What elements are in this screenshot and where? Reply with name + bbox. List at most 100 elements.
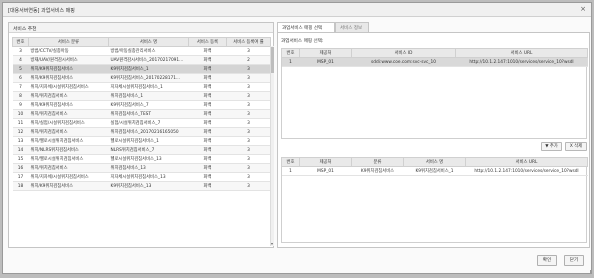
cell: 10 xyxy=(12,109,29,119)
table-row[interactable]: 4 방재/UAV/원격감시서비스 UAV원격감시서비스_20170217091...… xyxy=(12,55,271,65)
column-header[interactable]: 서비스 분류 xyxy=(28,37,109,47)
table-row[interactable]: 15 위치/헬로시설위치검침서비스 헬로시설위치검침서비스_13 화백 3 xyxy=(12,154,271,164)
table-header-row: 번호 제공처 서비스 ID 서비스 URL xyxy=(281,48,588,58)
cell: 17 xyxy=(12,172,29,182)
cell: 위치/K9위치검침서비스 xyxy=(28,73,109,83)
cell: 3 xyxy=(226,118,271,128)
cell: 화백 xyxy=(188,73,227,83)
cell: 7 xyxy=(12,82,29,92)
column-header[interactable]: 서비스 명 xyxy=(403,157,466,167)
cell: 1 xyxy=(281,166,300,176)
table-row[interactable]: 6 위치/K9위치검침서비스 K9위치검침서비스_20170228171... 화백 3 xyxy=(12,73,271,83)
vertical-scrollbar[interactable]: ▾ xyxy=(270,46,274,246)
add-button[interactable]: ▼ 추가 xyxy=(541,142,562,151)
table-header-row: 번호 서비스 분류 서비스 명 서비스 등록 서비스 등록여 률 xyxy=(12,37,271,47)
panel-header: 서비스 추천 xyxy=(9,23,273,33)
cell: 화백 xyxy=(188,118,227,128)
cell: 15 xyxy=(12,154,29,164)
table-row[interactable]: 9 위치/K9위치검침서비스 K9위치검침서비스_7 화백 3 xyxy=(12,100,271,110)
table-row[interactable]: 11 위치/실험/시설위치검침서비스 실험/시설위치검침서비스_7 화백 3 xyxy=(12,118,271,128)
tab-service-info[interactable]: 서비스 정보 xyxy=(335,22,369,32)
table-row[interactable]: 12 위치/위치검침서비스 위치검침서비스_20170216165050 화백 3 xyxy=(12,127,271,137)
column-header[interactable]: 제공처 xyxy=(299,157,352,167)
cell: 3 xyxy=(226,172,271,182)
mapping-dialog: [대용서버연동] 과업서비스 매핑 × 서비스 추천 번호 서비스 분류 서비스… xyxy=(2,2,592,274)
table-row[interactable]: 13 위치/헬로시설위치검침서비스 헬로시설위치검침서비스_1 화백 3 xyxy=(12,136,271,146)
mapping-panel: 과업서비스 매핑 선택 서비스 정보 과업서비스 매핑 선택: 번호 제공처 서… xyxy=(277,22,590,248)
table-row[interactable]: 8 위치/위치검침서비스 위치검침서비스_1 화백 3 xyxy=(12,91,271,101)
tab-mapping-select[interactable]: 과업서비스 매핑 선택 xyxy=(277,22,335,32)
cell: 위치/K9위치검침서비스 xyxy=(28,100,109,110)
title-bar[interactable]: [대용서버연동] 과업서비스 매핑 × xyxy=(3,3,591,17)
table-row[interactable]: 10 위치/위치검침서비스 위치검침서비스_TEST 화백 3 xyxy=(12,109,271,119)
table-row[interactable]: 7 위치/지자체/시설위치검침서비스 지자체시설위치검침서비스_1 화백 3 xyxy=(12,82,271,92)
cell: 위치검침서비스_TEST xyxy=(108,109,189,119)
cell: 화백 xyxy=(188,46,227,56)
column-header[interactable]: 제공처 xyxy=(299,48,352,58)
table-row[interactable]: 3 방범/CCTV/실종아동 방범/아동실종관리서비스 화백 3 xyxy=(12,46,271,56)
cell: 11 xyxy=(12,118,29,128)
table-row[interactable]: 1 MSP_01 K9위치검침서비스 K9위치검침서비스_1 http://10… xyxy=(281,166,588,176)
cell: 화백 xyxy=(188,109,227,119)
cell: 위치/실험/시설위치검침서비스 xyxy=(28,118,109,128)
dialog-title: [대용서버연동] 과업서비스 매핑 xyxy=(8,8,75,14)
cell: 헬로시설위치검침서비스_1 xyxy=(108,136,189,146)
cell: 1 xyxy=(281,57,300,67)
cell: 헬로시설위치검침서비스_13 xyxy=(108,154,189,164)
cell: 3 xyxy=(226,145,271,155)
cell: K9위치검침서비스_1 xyxy=(403,166,466,176)
cell: 위치검침서비스_20170216165050 xyxy=(108,127,189,137)
delete-button[interactable]: X 삭제 xyxy=(565,142,587,151)
cell: 18 xyxy=(12,181,29,191)
cell: 2 xyxy=(226,55,271,65)
cell: 3 xyxy=(226,100,271,110)
table-row[interactable]: 16 위치/위치검침서비스 위치검침서비스_13 화백 3 xyxy=(12,163,271,173)
scroll-down-icon[interactable]: ▾ xyxy=(271,241,273,246)
column-header[interactable]: 번호 xyxy=(281,48,300,58)
scroll-thumb[interactable] xyxy=(271,47,274,73)
cell: 6 xyxy=(12,73,29,83)
cell: 방범/CCTV/실종아동 xyxy=(28,46,109,56)
column-header[interactable]: 서비스 URL xyxy=(455,48,588,58)
cell: 화백 xyxy=(188,145,227,155)
cell: K9위치검침서비스_20170228171... xyxy=(108,73,189,83)
service-table: 번호 서비스 분류 서비스 명 서비스 등록 서비스 등록여 률 3 방범/CCT… xyxy=(12,37,271,191)
table-row[interactable]: 14 위치/NLRS위치검침서비스 NLRS위치검침서비스_7 화백 3 xyxy=(12,145,271,155)
cell: 3 xyxy=(226,154,271,164)
cell: http://10.1.2.147:1010/services/service_… xyxy=(455,57,588,67)
column-header[interactable]: 서비스 명 xyxy=(108,37,189,47)
table-row[interactable]: 5 위치/K9위치검침서비스 K9위치검침서비스_1 화백 3 xyxy=(12,64,271,74)
column-header[interactable]: 서비스 등록여 률 xyxy=(226,37,271,47)
service-recommend-panel: 서비스 추천 번호 서비스 분류 서비스 명 서비스 등록 서비스 등록여 률 … xyxy=(8,22,274,248)
table-row[interactable]: 17 위치/지자체/시설위치검침서비스 지자체시설위치검침서비스_13 화백 3 xyxy=(12,172,271,182)
cell: 위치/NLRS위치검침서비스 xyxy=(28,145,109,155)
cell: 화백 xyxy=(188,64,227,74)
cell: 지자체시설위치검침서비스_13 xyxy=(108,172,189,182)
resize-handle[interactable] xyxy=(587,270,591,274)
cell: 5 xyxy=(12,64,29,74)
cell: 위치/위치검침서비스 xyxy=(28,163,109,173)
column-header[interactable]: 번호 xyxy=(281,157,300,167)
column-header[interactable]: 서비스 URL xyxy=(465,157,588,167)
column-header[interactable]: 번호 xyxy=(12,37,29,47)
close-button[interactable]: 닫기 xyxy=(564,255,584,266)
cell: 4 xyxy=(12,55,29,65)
cell: MSP_01 xyxy=(299,57,352,67)
cell: sddi:www.coe.com:svc-svc_10 xyxy=(351,57,456,67)
cell: 화백 xyxy=(188,100,227,110)
column-header[interactable]: 분류 xyxy=(351,157,404,167)
table-row[interactable]: 1 MSP_01 sddi:www.coe.com:svc-svc_10 htt… xyxy=(281,57,588,67)
column-header[interactable]: 서비스 ID xyxy=(351,48,456,58)
cell: 3 xyxy=(226,46,271,56)
cell: 화백 xyxy=(188,181,227,191)
column-header[interactable]: 서비스 등록 xyxy=(188,37,227,47)
cell: UAV원격감시서비스_20170217091... xyxy=(108,55,189,65)
cell: K9위치검침서비스_7 xyxy=(108,100,189,110)
cell: 9 xyxy=(12,100,29,110)
cell: 위치/지자체/시설위치검침서비스 xyxy=(28,82,109,92)
table-row[interactable]: 18 위치/K9위치검침서비스 K9위치검침서비스_13 화백 3 xyxy=(12,181,271,191)
close-icon[interactable]: × xyxy=(580,5,586,13)
cell: 위치/위치검침서비스 xyxy=(28,109,109,119)
cell: 화백 xyxy=(188,127,227,137)
confirm-button[interactable]: 확인 xyxy=(537,255,557,266)
